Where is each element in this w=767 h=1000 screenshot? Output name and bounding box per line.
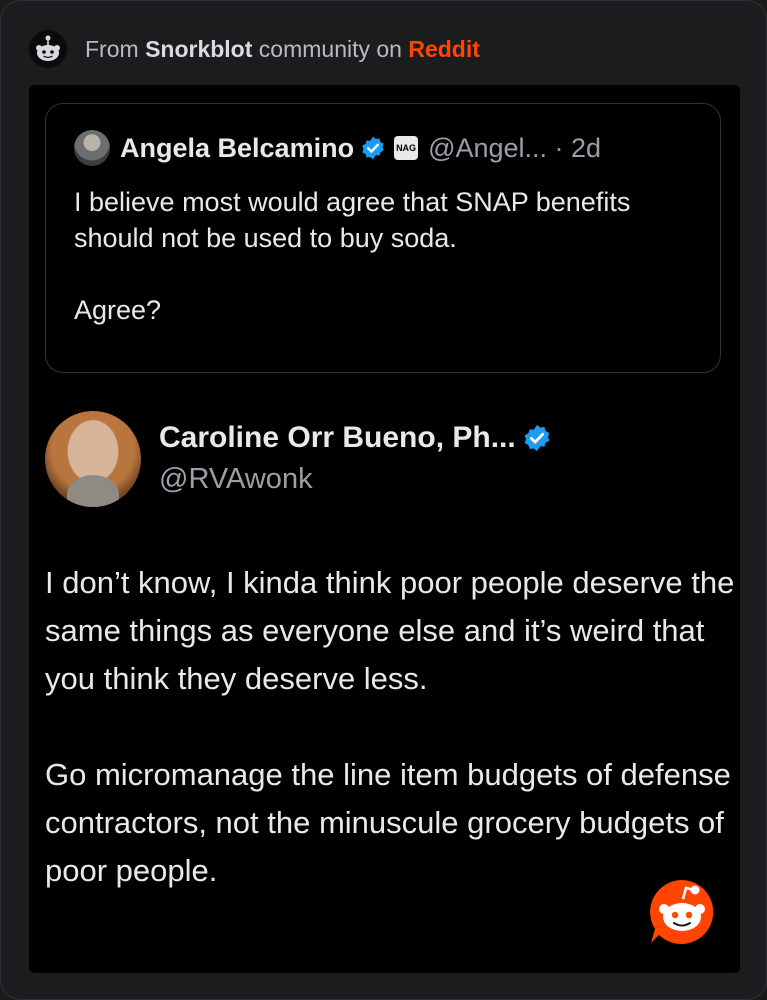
source-middle: community on — [258, 35, 402, 62]
post-card: From Snorkblot community on Reddit Angel… — [0, 0, 767, 1000]
author-name-row: Caroline Orr Bueno, Ph... — [159, 421, 552, 455]
quoted-paragraph: I believe most would agree that SNAP ben… — [74, 187, 631, 253]
community-link[interactable]: Snorkblot — [145, 36, 252, 62]
org-affiliation-badge: NAG — [394, 136, 419, 160]
tweet-paragraph: Go micromanage the line item budgets of … — [45, 757, 731, 888]
tweet-author: Caroline Orr Bueno, Ph... @RVAwonk — [45, 411, 552, 507]
quoted-tweet-text: I believe most would agree that SNAP ben… — [74, 184, 694, 328]
source-bar: From Snorkblot community on Reddit — [29, 29, 480, 69]
reddit-snoo-icon — [29, 30, 67, 68]
verified-badge-icon — [522, 423, 552, 453]
author-meta: Caroline Orr Bueno, Ph... @RVAwonk — [159, 421, 552, 496]
tweet-screenshot: Angela Belcamino NAG @Angel... · 2d I be… — [29, 85, 740, 973]
source-prefix: From — [85, 35, 139, 62]
quoted-tweet-header: Angela Belcamino NAG @Angel... · 2d — [74, 130, 601, 166]
author-handle[interactable]: @RVAwonk — [159, 463, 552, 496]
tweet-paragraph: I don’t know, I kinda think poor people … — [45, 565, 735, 696]
verified-badge-icon — [360, 135, 386, 161]
tweet-text: I don’t know, I kinda think poor people … — [45, 559, 735, 895]
quoted-author-avatar — [74, 130, 110, 166]
platform-link[interactable]: Reddit — [408, 36, 480, 62]
reddit-watermark-icon — [647, 877, 717, 947]
author-avatar[interactable] — [45, 411, 141, 507]
quoted-tweet[interactable]: Angela Belcamino NAG @Angel... · 2d I be… — [45, 103, 721, 373]
source-caption: From Snorkblot community on Reddit — [85, 36, 480, 63]
author-name[interactable]: Caroline Orr Bueno, Ph... — [159, 421, 516, 455]
quoted-paragraph: Agree? — [74, 295, 162, 325]
quoted-author-name: Angela Belcamino — [120, 132, 355, 163]
quoted-handle-time: @Angel... · 2d — [428, 132, 602, 163]
